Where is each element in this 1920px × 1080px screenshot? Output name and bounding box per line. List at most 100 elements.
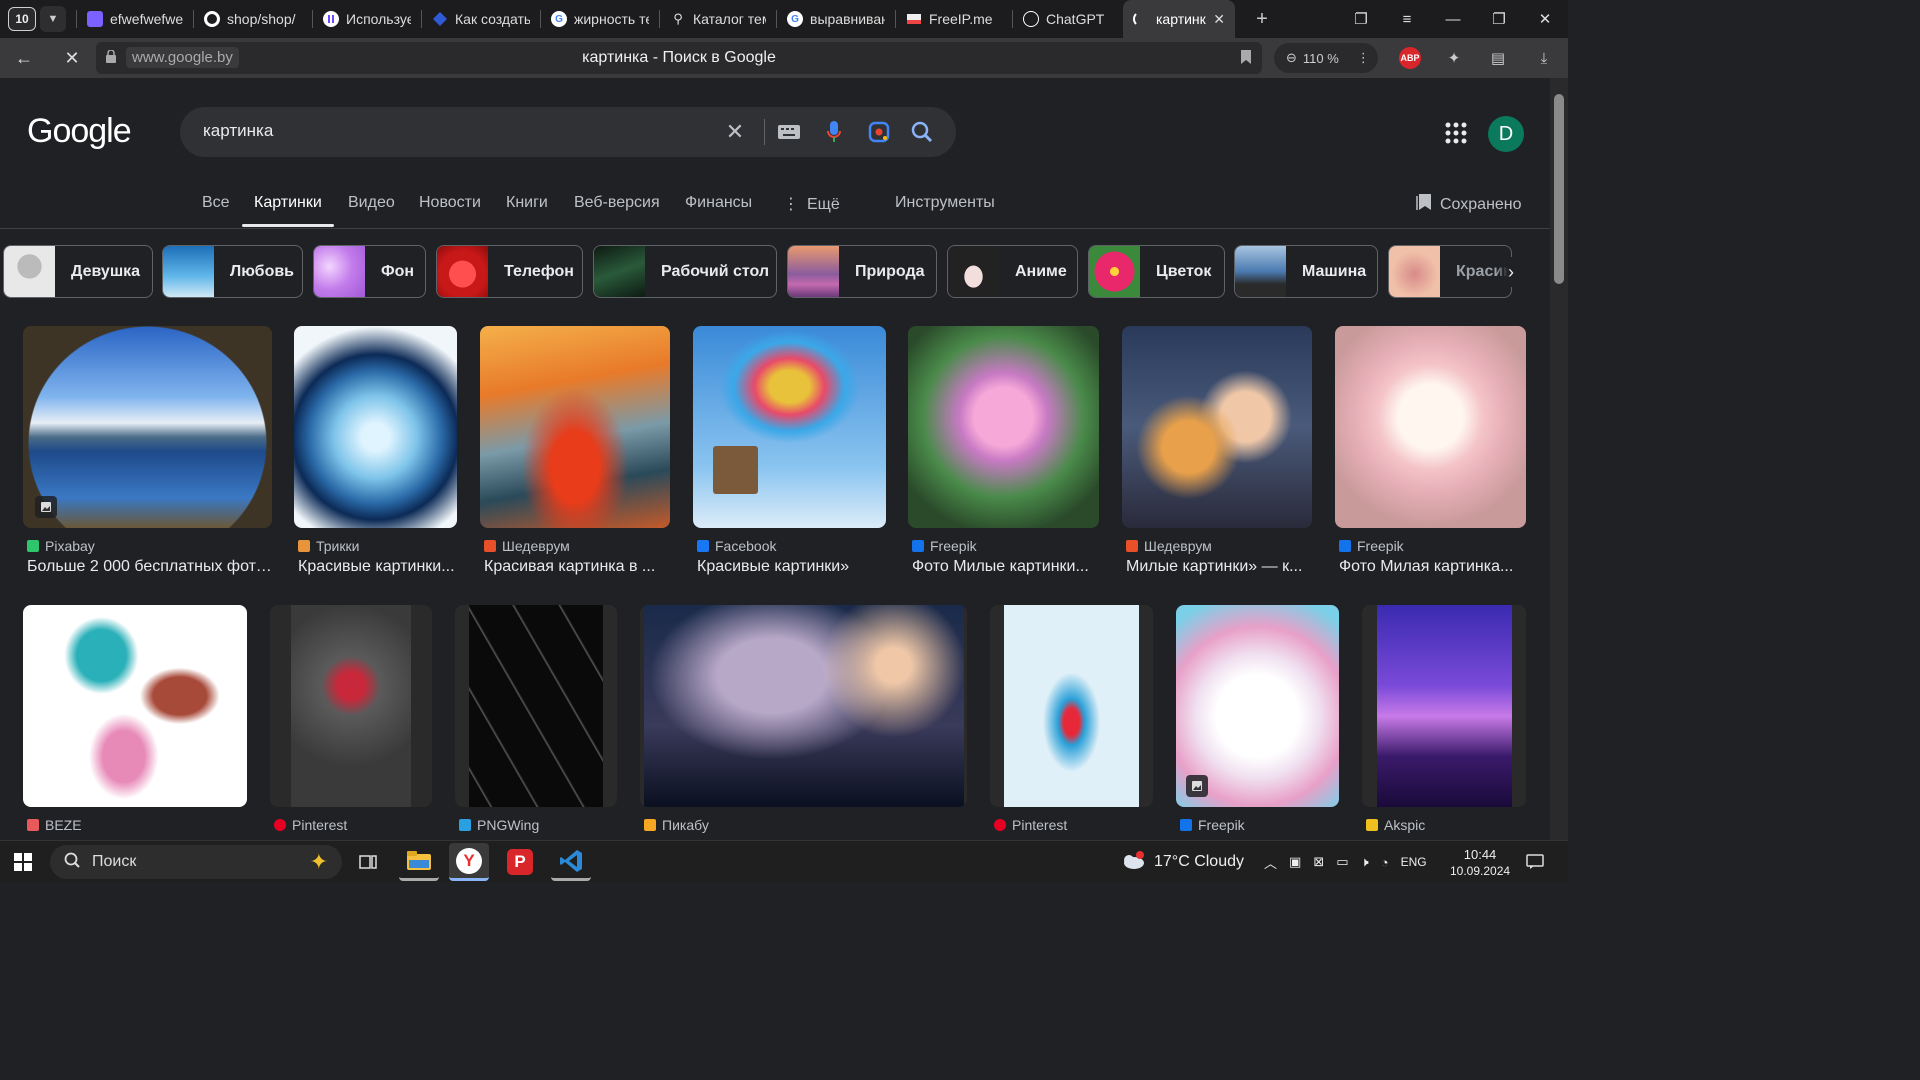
tab-video[interactable]: Видео [348, 194, 395, 212]
image-result-marble[interactable] [455, 605, 617, 807]
keyboard-icon[interactable] [776, 119, 802, 145]
browser-tab[interactable]: Используем [313, 0, 421, 38]
chip-desktop[interactable]: Рабочий стол [593, 245, 777, 298]
file-explorer-icon[interactable] [399, 843, 439, 881]
image-result-heart-ice[interactable] [990, 605, 1153, 807]
image-result-ice-apple[interactable] [294, 326, 457, 528]
url-field[interactable]: www.google.by картинка - Поиск в Google [96, 42, 1262, 74]
chips-next-button[interactable]: › [1496, 257, 1526, 287]
lens-icon[interactable] [866, 119, 892, 145]
tab-books[interactable]: Книги [506, 194, 548, 212]
back-button[interactable]: ← [6, 42, 42, 74]
chevron-up-icon[interactable]: ︿ [1264, 853, 1277, 872]
tab-images[interactable]: Картинки [254, 194, 322, 212]
chip-background[interactable]: Фон [313, 245, 426, 298]
browser-tab[interactable]: efwefwefwefwe [77, 0, 193, 38]
chip-flower[interactable]: Цветок [1088, 245, 1225, 298]
scrollbar-thumb[interactable] [1554, 94, 1564, 284]
browser-tab[interactable]: ChatGPT [1013, 0, 1119, 38]
browser-tab[interactable]: FreeIP.me [896, 0, 1012, 38]
camera-icon[interactable]: ▣ [1289, 854, 1301, 870]
tab-more[interactable]: ⋮ Ещё [783, 194, 840, 214]
tab-finance[interactable]: Финансы [685, 194, 752, 212]
image-result-woman-red-dress[interactable] [480, 326, 670, 528]
windows-start-icon[interactable] [14, 853, 32, 876]
image-source[interactable]: Шедеврум [1126, 538, 1212, 554]
new-tab-button[interactable]: + [1249, 6, 1275, 32]
browser-tab[interactable]: Как создать [422, 0, 540, 38]
image-result-balloon-house[interactable] [693, 326, 886, 528]
image-source[interactable]: Pixabay [27, 538, 95, 554]
extensions-icon[interactable]: ✦ [1442, 46, 1466, 70]
image-result-lake-arch[interactable] [23, 326, 272, 528]
volume-muted-icon[interactable]: 🕨 [1361, 854, 1369, 870]
vscode-icon[interactable] [551, 843, 591, 881]
image-source[interactable]: Akspic [1366, 817, 1425, 833]
minimize-icon[interactable]: — [1430, 11, 1476, 28]
chip-girl[interactable]: Девушка [3, 245, 153, 298]
image-source[interactable]: Шедеврум [484, 538, 570, 554]
search-icon[interactable] [909, 119, 935, 145]
image-title[interactable]: Фото Милая картинка... [1339, 558, 1526, 576]
image-source[interactable]: Pinterest [274, 817, 347, 833]
browser-tab[interactable]: G жирность текста [541, 0, 659, 38]
tab-news[interactable]: Новости [419, 194, 481, 212]
image-title[interactable]: Красивые картинки» [697, 558, 886, 576]
image-title[interactable]: Красивая картинка в ... [484, 558, 670, 576]
browser-tab-active[interactable]: картинка ✕ [1123, 0, 1235, 38]
image-title[interactable]: Красивые картинки... [298, 558, 457, 576]
postman-icon[interactable]: P [500, 843, 540, 881]
image-title[interactable]: Больше 2 000 бесплатных фото... [27, 558, 272, 576]
image-source[interactable]: Facebook [697, 538, 776, 554]
zoom-indicator[interactable]: ⊖ 110 % ⋮ [1274, 43, 1378, 73]
page-scrollbar[interactable] [1550, 78, 1568, 840]
tab-web[interactable]: Веб-версия [574, 194, 660, 212]
image-source[interactable]: Freepik [912, 538, 977, 554]
download-icon[interactable]: ⤓ [1532, 46, 1556, 70]
chip-love[interactable]: Любовь [162, 245, 303, 298]
yandex-browser-icon[interactable]: Y [449, 843, 489, 881]
image-result-pink-kitten[interactable] [908, 326, 1099, 528]
close-tab-icon[interactable]: ✕ [1213, 11, 1225, 28]
tab-counter[interactable]: 10 [8, 7, 36, 31]
bookmark-icon[interactable] [1240, 49, 1252, 70]
browser-tab[interactable]: shop/shop/ [194, 0, 312, 38]
sidebar-icon[interactable]: ▤ [1486, 46, 1510, 70]
image-source[interactable]: Пикабу [644, 817, 709, 833]
stop-loading-button[interactable]: ✕ [54, 42, 90, 74]
chip-car[interactable]: Машина [1234, 245, 1378, 298]
wifi-icon[interactable]: ◔ [1381, 855, 1389, 870]
chip-phone[interactable]: Телефон [436, 245, 583, 298]
tabs-dropdown-button[interactable]: ▼ [40, 6, 66, 32]
tab-all[interactable]: Все [202, 194, 230, 212]
image-result-space-moon[interactable] [640, 605, 967, 807]
tools-button[interactable]: Инструменты [895, 194, 995, 212]
image-source[interactable]: BEZE [27, 817, 82, 833]
collections-icon[interactable]: ❐ [1338, 10, 1384, 28]
weather-widget[interactable]: 17°C Cloudy [1120, 841, 1244, 883]
input-language[interactable]: ENG [1401, 855, 1427, 869]
search-input[interactable]: картинка [203, 121, 273, 141]
chip-anime[interactable]: Аниме [947, 245, 1078, 298]
restore-icon[interactable]: ❐ [1476, 10, 1522, 28]
image-result-red-rose[interactable] [270, 605, 432, 807]
image-result-white-kitten[interactable] [1176, 605, 1339, 807]
image-result-cute-creature[interactable] [1335, 326, 1526, 528]
image-source[interactable]: Freepik [1180, 817, 1245, 833]
notifications-icon[interactable] [1526, 841, 1544, 883]
menu-icon[interactable]: ≡ [1384, 11, 1430, 28]
account-avatar[interactable]: D [1488, 116, 1524, 152]
image-result-purple-landscape[interactable] [1362, 605, 1526, 807]
image-source[interactable]: Freepik [1339, 538, 1404, 554]
image-source[interactable]: Трикки [298, 538, 359, 554]
browser-tab[interactable]: ⚲ Каталог тем [660, 0, 776, 38]
taskbar-search[interactable]: Поиск ✦ [50, 845, 342, 879]
chip-beautiful[interactable]: Красивые [1388, 245, 1512, 298]
image-result-girl-cat[interactable] [1122, 326, 1312, 528]
battery-icon[interactable]: ▭ [1336, 854, 1348, 870]
adblock-icon[interactable]: ABP [1398, 46, 1422, 70]
image-source[interactable]: PNGWing [459, 817, 539, 833]
google-logo[interactable]: Google [27, 112, 132, 151]
image-result-girls-drawing[interactable] [23, 605, 247, 807]
image-title[interactable]: Милые картинки» — к... [1126, 558, 1312, 576]
